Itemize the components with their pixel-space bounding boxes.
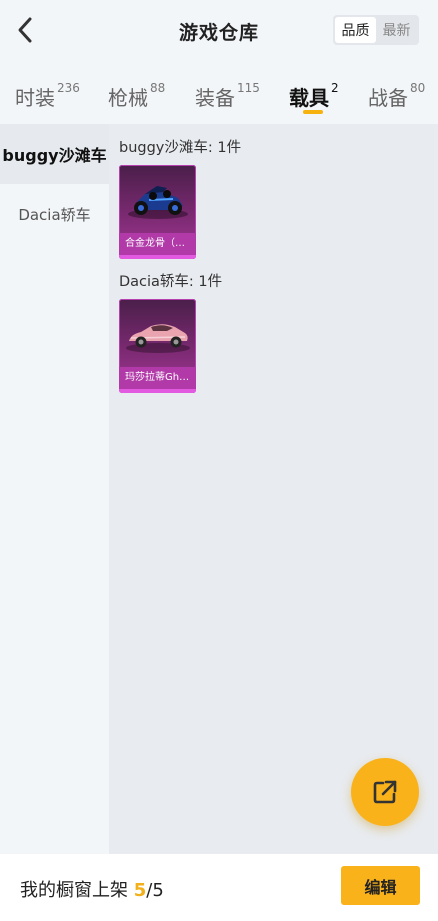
tab-label: 载具	[289, 86, 329, 110]
tab-count: 2	[331, 81, 339, 95]
tab-count: 115	[237, 81, 260, 95]
tab-count: 236	[57, 81, 80, 95]
tab-label: 枪械	[108, 86, 148, 110]
item-card-buggy-skin[interactable]: 合金龙骨（蓝...	[119, 165, 196, 259]
sort-quality-button[interactable]: 品质	[335, 17, 376, 43]
item-card-dacia-skin[interactable]: 玛莎拉蒂Ghi...	[119, 299, 196, 393]
edit-button[interactable]: 编辑	[341, 866, 420, 905]
category-tabs: 时装 236 枪械 88 装备 115 载具 2 战备 80	[0, 62, 438, 124]
tab-fashion[interactable]: 时装 236	[15, 81, 80, 111]
rarity-strip	[119, 255, 196, 259]
showcase-status: 我的橱窗上架 5/5	[20, 876, 164, 902]
group-title-buggy: buggy沙滩车: 1件	[119, 140, 242, 156]
bottom-bar: 我的橱窗上架 5/5 编辑	[0, 854, 438, 921]
tab-label: 时装	[15, 86, 55, 110]
top-bar: 游戏仓库 品质 最新	[0, 0, 438, 62]
inventory-content: buggy沙滩车: 1件 合金龙骨（蓝... Dacia轿车: 1件 玛莎拉蒂G…	[109, 124, 438, 854]
tab-label: 装备	[195, 86, 235, 110]
tab-count: 88	[150, 81, 166, 95]
sort-toggle: 品质 最新	[333, 15, 419, 45]
vehicle-type-sidebar: buggy沙滩车 Dacia轿车	[0, 124, 109, 854]
share-button[interactable]	[351, 758, 419, 826]
showcase-label: 我的橱窗上架	[20, 880, 134, 901]
sports-car-image	[119, 299, 196, 367]
item-name: 玛莎拉蒂Ghi...	[119, 367, 196, 389]
item-name: 合金龙骨（蓝...	[119, 233, 196, 255]
share-external-icon	[373, 780, 397, 804]
tab-firearms[interactable]: 枪械 88	[108, 81, 166, 111]
group-title-dacia: Dacia轿车: 1件	[119, 274, 223, 290]
sort-newest-button[interactable]: 最新	[376, 17, 417, 43]
sidebar-item-dacia[interactable]: Dacia轿车	[0, 184, 109, 244]
tab-equipment[interactable]: 装备 115	[195, 81, 260, 111]
tab-supplies[interactable]: 战备 80	[368, 81, 426, 111]
rarity-strip	[119, 389, 196, 393]
tab-vehicles[interactable]: 载具 2	[289, 81, 339, 111]
tab-label: 战备	[368, 86, 408, 110]
showcase-total: /5	[146, 880, 164, 901]
buggy-image	[119, 165, 196, 233]
showcase-count: 5	[133, 880, 147, 901]
active-tab-indicator	[303, 110, 323, 114]
sidebar-item-buggy[interactable]: buggy沙滩车	[0, 124, 109, 184]
tab-count: 80	[410, 81, 426, 95]
